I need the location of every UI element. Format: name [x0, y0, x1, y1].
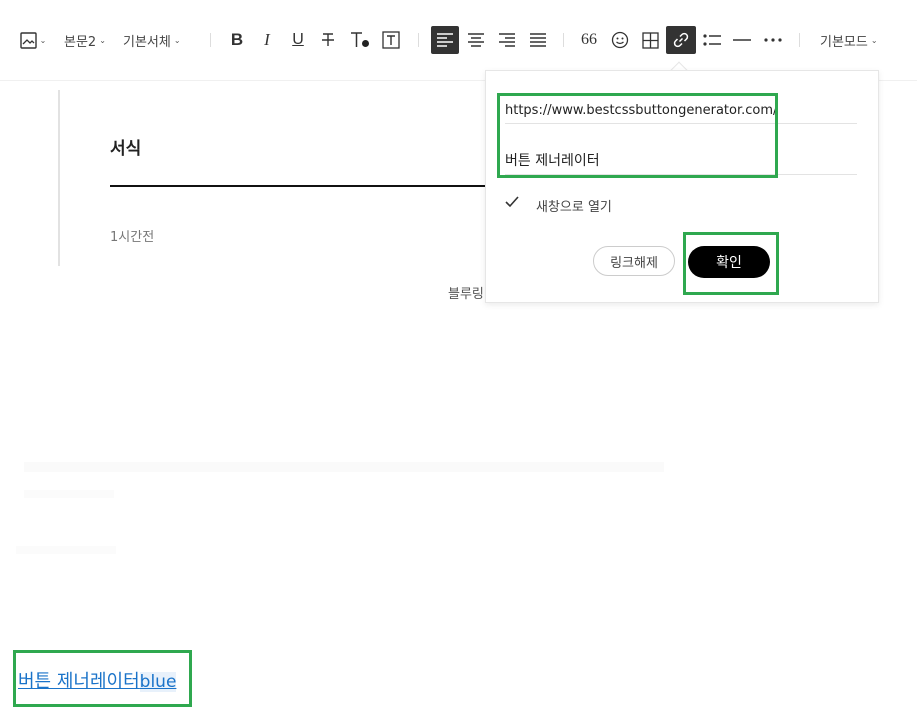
chevron-down-icon: ⌄ [870, 35, 878, 45]
paragraph-style-label: 본문2 [64, 34, 97, 50]
bold-button[interactable]: B [226, 26, 248, 54]
faded-text-line [24, 462, 664, 472]
post-caption: 블루링 [448, 287, 484, 302]
toolbar-divider [799, 33, 800, 47]
bold-icon: B [230, 30, 244, 49]
image-insert-button[interactable]: ⌄ [18, 26, 48, 54]
inserted-link[interactable]: 버튼 제너레이터blue [18, 667, 177, 693]
list-button[interactable] [701, 26, 723, 54]
horizontal-line-icon [733, 38, 751, 42]
font-family-label: 기본서체 [123, 34, 171, 50]
toolbar-divider [210, 33, 211, 47]
check-icon [504, 194, 520, 213]
editor-mode-label: 기본모드 [820, 34, 868, 50]
image-icon [19, 31, 37, 49]
link-button[interactable] [666, 26, 696, 54]
align-right-button[interactable] [495, 26, 519, 54]
unlink-button[interactable]: 링크해제 [593, 246, 675, 276]
chevron-down-icon: ⌄ [173, 35, 181, 45]
editor-mode-dropdown[interactable]: 기본모드 ⌄ [820, 26, 878, 54]
faded-text-line [24, 490, 114, 498]
table-icon [641, 31, 659, 49]
confirm-button[interactable]: 확인 [688, 246, 770, 278]
post-divider [110, 185, 500, 187]
inserted-link-suffix: blue [139, 672, 177, 692]
link-url-input[interactable] [505, 98, 857, 124]
align-left-icon [437, 33, 453, 47]
emoji-button[interactable] [608, 26, 632, 54]
italic-icon: I [264, 30, 270, 49]
quote-button[interactable]: 66 [577, 26, 601, 54]
align-justify-icon [530, 33, 546, 47]
post-time: 1시간전 [110, 230, 155, 245]
list-icon [703, 33, 721, 47]
horizontal-line-button[interactable] [731, 26, 753, 54]
underline-icon: U [292, 31, 304, 48]
emoji-icon [611, 31, 629, 49]
editor-toolbar: ⌄ 본문2 ⌄ 기본서체 ⌄ B I U 66 기본모드 ⌄ [0, 0, 917, 81]
toolbar-divider [418, 33, 419, 47]
align-right-icon [499, 33, 515, 47]
more-icon [764, 38, 782, 42]
toolbar-divider [563, 33, 564, 47]
italic-button[interactable]: I [256, 26, 278, 54]
post-title: 서식 [110, 139, 142, 159]
faded-text-line [16, 546, 116, 554]
chevron-down-icon: ⌄ [99, 35, 106, 45]
font-color-icon [349, 31, 371, 49]
strikethrough-button[interactable] [317, 26, 339, 54]
inserted-link-text: 버튼 제너레이터 [18, 671, 140, 692]
paragraph-style-dropdown[interactable]: 본문2 ⌄ [64, 26, 106, 54]
link-text-input[interactable] [505, 146, 857, 175]
font-color-button[interactable] [348, 26, 372, 54]
font-family-dropdown[interactable]: 기본서체 ⌄ [123, 26, 181, 54]
align-left-button[interactable] [431, 26, 459, 54]
link-icon [672, 31, 690, 49]
text-background-button[interactable] [380, 26, 402, 54]
open-new-window-label: 새창으로 열기 [536, 200, 612, 215]
strikethrough-icon [320, 32, 336, 48]
underline-button[interactable]: U [287, 26, 309, 54]
chevron-down-icon: ⌄ [39, 35, 47, 45]
more-button[interactable] [762, 26, 784, 54]
text-background-icon [382, 31, 400, 49]
align-justify-button[interactable] [526, 26, 550, 54]
align-center-icon [468, 33, 484, 47]
open-new-window-checkbox[interactable] [503, 194, 521, 212]
table-button[interactable] [638, 26, 662, 54]
align-center-button[interactable] [464, 26, 488, 54]
quote-icon: 66 [581, 31, 597, 48]
